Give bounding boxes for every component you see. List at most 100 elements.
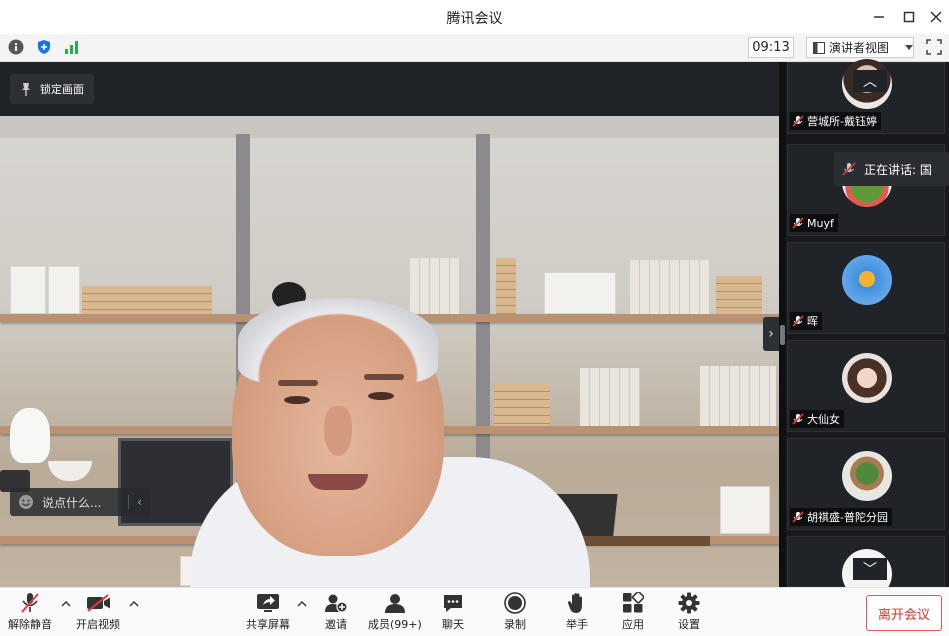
mic-muted-icon xyxy=(792,315,804,327)
minimize-button[interactable] xyxy=(868,7,890,27)
participant-label: 营城所-戴钰婷 xyxy=(790,112,881,130)
share-screen-icon xyxy=(257,594,279,612)
chevron-down-icon: ﹀ xyxy=(863,562,877,578)
maximize-button[interactable] xyxy=(898,7,920,27)
mic-muted-icon xyxy=(842,162,856,176)
collapse-panel-button[interactable]: › xyxy=(763,317,779,351)
invite-button[interactable]: 邀请 xyxy=(324,592,348,636)
layout-icon xyxy=(813,41,825,54)
signal-icon xyxy=(65,41,78,54)
view-switch-label: 演讲者视图 xyxy=(829,41,890,55)
video-options-button[interactable] xyxy=(128,598,140,610)
apps-button[interactable]: 应用 xyxy=(621,592,645,636)
record-icon xyxy=(504,592,526,614)
main-video[interactable]: 锁定画面 说点什么... ‹ xyxy=(0,62,780,587)
lock-view-label: 锁定画面 xyxy=(40,83,84,96)
speaking-text: 正在讲话: 国 xyxy=(864,162,932,177)
participant-name: 晖 xyxy=(807,315,818,328)
participant-label: 晖 xyxy=(790,312,822,330)
leave-meeting-button[interactable]: 离开会议 xyxy=(866,595,942,631)
gear-icon xyxy=(678,592,700,614)
view-switch-dropdown[interactable]: 演讲者视图 xyxy=(806,37,914,58)
audio-options-button[interactable] xyxy=(60,598,72,610)
panel-scrollbar-thumb[interactable] xyxy=(780,325,785,345)
scroll-down-button[interactable]: ﹀ xyxy=(853,558,887,580)
participant-tile[interactable]: 胡祺盛-普陀分园 xyxy=(787,438,945,530)
close-button[interactable] xyxy=(925,7,947,27)
hand-icon xyxy=(567,593,582,613)
chevron-up-icon xyxy=(297,601,307,607)
chevron-left-icon[interactable]: ‹ xyxy=(128,495,150,509)
settings-label: 设置 xyxy=(678,618,700,631)
participant-name: Muyf xyxy=(807,216,834,230)
chat-button[interactable]: 聊天 xyxy=(441,592,465,636)
participant-name: 胡祺盛-普陀分园 xyxy=(807,511,888,524)
start-video-button[interactable]: 开启视频 xyxy=(76,592,120,636)
members-button[interactable]: 成员(99+) xyxy=(368,592,422,636)
window-title: 腾讯会议 xyxy=(446,11,503,27)
share-screen-label: 共享屏幕 xyxy=(246,618,290,631)
participant-label: 胡祺盛-普陀分园 xyxy=(790,508,892,526)
camera-off-icon xyxy=(87,594,110,612)
chat-input-placeholder[interactable]: 说点什么... xyxy=(42,494,128,511)
apps-label: 应用 xyxy=(622,618,644,631)
raise-hand-label: 举手 xyxy=(566,618,588,631)
chat-icon xyxy=(444,595,462,612)
participant-tile[interactable]: 大仙女 xyxy=(787,340,945,432)
maximize-icon xyxy=(903,11,915,23)
network-status-button[interactable] xyxy=(63,38,81,56)
unmute-button[interactable]: 解除静音 xyxy=(8,592,52,636)
info-icon xyxy=(8,39,24,55)
avatar xyxy=(842,353,892,403)
share-options-button[interactable] xyxy=(296,598,308,610)
title-bar: 腾讯会议 xyxy=(0,0,949,34)
close-icon xyxy=(930,11,942,23)
share-screen-button[interactable]: 共享屏幕 xyxy=(246,592,290,636)
participant-name: 营城所-戴钰婷 xyxy=(807,115,877,128)
meeting-info-button[interactable] xyxy=(7,38,25,56)
pin-icon xyxy=(22,83,30,96)
chevron-up-icon: ︿ xyxy=(863,74,877,90)
avatar xyxy=(842,451,892,501)
meeting-timer: 09:13 xyxy=(748,37,794,58)
mic-muted-icon xyxy=(792,511,804,523)
invite-label: 邀请 xyxy=(325,618,347,631)
caret-down-icon xyxy=(905,44,913,50)
chevron-up-icon xyxy=(61,601,71,607)
mic-muted-icon xyxy=(792,115,804,127)
minimize-icon xyxy=(874,16,884,18)
apps-icon xyxy=(623,592,644,613)
members-label: 成员(99+) xyxy=(368,618,422,631)
chevron-up-icon xyxy=(129,601,139,607)
speaking-indicator: 正在讲话: 国 xyxy=(834,152,949,186)
start-video-label: 开启视频 xyxy=(76,618,120,631)
shield-icon xyxy=(38,40,50,54)
emoji-button[interactable] xyxy=(10,488,42,516)
record-label: 录制 xyxy=(504,618,526,631)
settings-button[interactable]: 设置 xyxy=(677,592,701,636)
lock-view-button[interactable]: 锁定画面 xyxy=(10,74,94,104)
participant-name: 大仙女 xyxy=(807,413,840,426)
avatar xyxy=(842,255,892,305)
mic-muted-icon xyxy=(792,413,804,425)
unmute-label: 解除静音 xyxy=(8,618,52,631)
record-button[interactable]: 录制 xyxy=(503,592,527,636)
mic-muted-icon xyxy=(792,217,804,229)
chevron-right-icon: › xyxy=(768,326,774,342)
chat-label: 聊天 xyxy=(442,618,464,631)
mic-muted-icon xyxy=(21,593,39,613)
scroll-up-button[interactable]: ︿ xyxy=(853,70,887,92)
members-icon xyxy=(384,594,405,613)
bottom-toolbar: 解除静音 开启视频 共享屏幕 邀请 成员(99+) 聊天 录制 举手 应用 设置… xyxy=(0,587,949,636)
meeting-info-bar: 09:13 演讲者视图 xyxy=(0,34,949,62)
security-button[interactable] xyxy=(35,38,53,56)
quick-chat-bar[interactable]: 说点什么... ‹ xyxy=(10,488,150,516)
fullscreen-button[interactable] xyxy=(926,39,944,57)
participant-label: Muyf xyxy=(790,214,838,232)
raise-hand-button[interactable]: 举手 xyxy=(565,592,589,636)
add-user-icon xyxy=(325,594,348,613)
participant-tile[interactable]: 晖 xyxy=(787,242,945,334)
fullscreen-icon xyxy=(926,39,942,55)
emoji-icon xyxy=(19,495,33,509)
participant-label: 大仙女 xyxy=(790,410,844,428)
